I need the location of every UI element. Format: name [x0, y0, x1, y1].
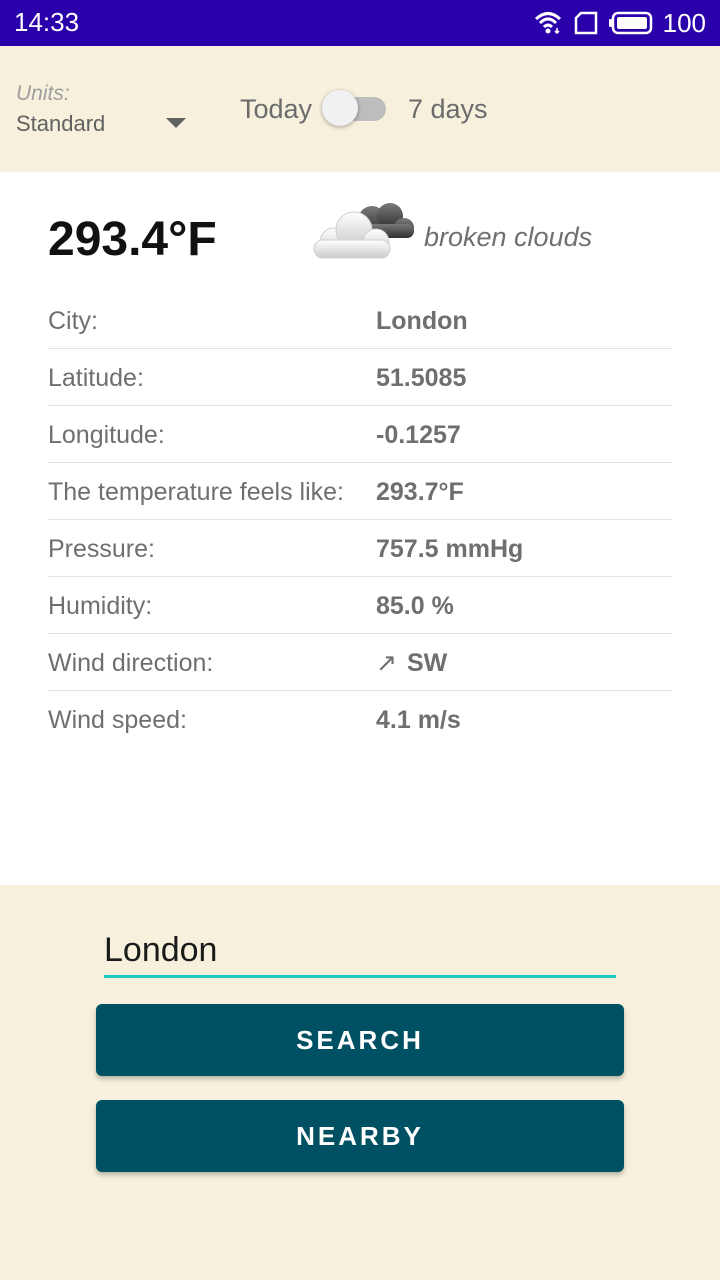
table-row: Wind direction: ↗ SW	[48, 634, 672, 691]
search-button[interactable]: SEARCH	[96, 1004, 624, 1076]
units-dropdown[interactable]: Standard	[16, 111, 105, 137]
table-row: The temperature feels like: 293.7°F	[48, 463, 672, 520]
broken-clouds-icon	[306, 196, 418, 266]
status-icons: 100	[533, 7, 706, 39]
table-row: Pressure: 757.5 mmHg	[48, 520, 672, 577]
temperature: 293.4°F	[48, 213, 217, 266]
pressure-value: 757.5 mmHg	[376, 535, 524, 563]
wind-arrow-icon: ↗	[376, 649, 397, 677]
feels-like-label: The temperature feels like:	[48, 478, 344, 506]
battery-icon	[608, 11, 653, 35]
table-row: Wind speed: 4.1 m/s	[48, 691, 672, 747]
weather-card: 293.4°F broken clouds City: London Latit…	[0, 172, 720, 885]
weather-details-table: City: London Latitude: 51.5085 Longitude…	[48, 292, 672, 747]
table-row: City: London	[48, 292, 672, 349]
wind-direction-value: ↗ SW	[376, 648, 672, 679]
table-row: Latitude: 51.5085	[48, 349, 672, 406]
nearby-button[interactable]: NEARBY	[96, 1100, 624, 1172]
table-row: Longitude: -0.1257	[48, 406, 672, 463]
wind-direction-text: SW	[406, 649, 448, 677]
humidity-value: 85.0 %	[376, 592, 454, 620]
seven-days-label: 7 days	[408, 94, 488, 124]
weather-description: broken clouds	[424, 222, 593, 252]
city-label: City:	[48, 307, 98, 335]
longitude-value: -0.1257	[376, 421, 461, 449]
table-row: Humidity: 85.0 %	[48, 577, 672, 634]
status-bar: 14:33 100	[0, 0, 720, 46]
forecast-toggle[interactable]	[322, 90, 386, 126]
toggle-thumb[interactable]	[322, 90, 358, 126]
units-label: Units:	[16, 82, 70, 105]
status-time: 14:33	[14, 7, 80, 37]
search-panel: SEARCH NEARBY	[0, 885, 720, 1280]
battery-level: 100	[662, 7, 706, 38]
wind-direction-label: Wind direction:	[48, 649, 214, 677]
sim-card-icon	[573, 11, 599, 35]
humidity-label: Humidity:	[48, 592, 153, 620]
wind-speed-label: Wind speed:	[48, 706, 187, 734]
chevron-down-icon[interactable]	[166, 118, 186, 128]
today-label: Today	[240, 94, 313, 124]
controls-bar: Units: Standard Today 7 days	[0, 46, 720, 172]
pressure-label: Pressure:	[48, 535, 155, 563]
wifi-icon	[533, 10, 563, 36]
city-input[interactable]	[104, 925, 616, 978]
latitude-label: Latitude:	[48, 364, 144, 392]
city-value: London	[376, 307, 468, 335]
feels-like-value: 293.7°F	[376, 478, 464, 506]
longitude-label: Longitude:	[48, 421, 165, 449]
wind-speed-value: 4.1 m/s	[376, 706, 461, 734]
latitude-value: 51.5085	[376, 364, 467, 392]
